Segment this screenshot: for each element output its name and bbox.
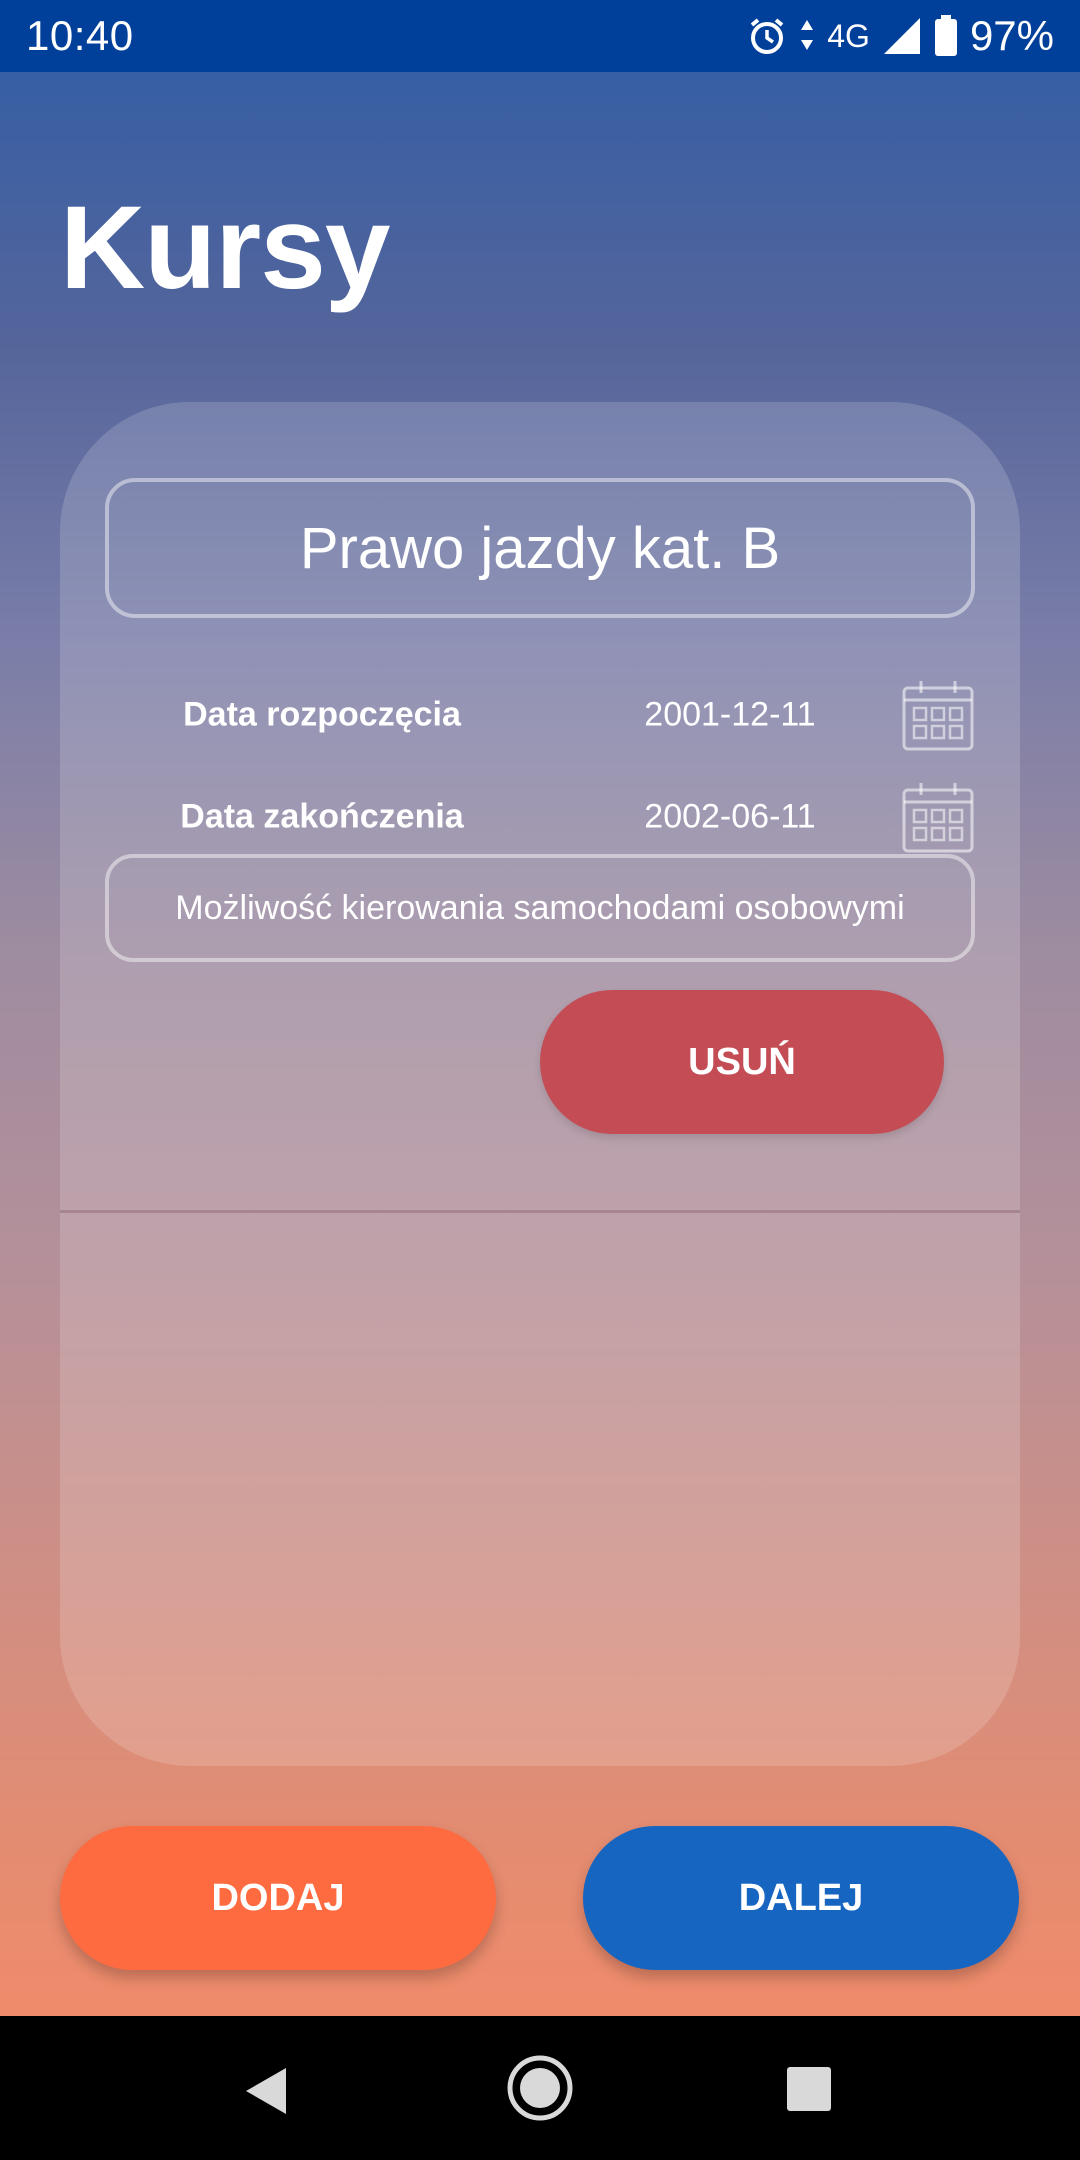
battery-icon bbox=[934, 15, 958, 57]
course-name-field[interactable]: Prawo jazdy kat. B bbox=[105, 478, 975, 618]
start-date-value[interactable]: 2001-12-11 bbox=[610, 696, 850, 735]
battery-percent: 97% bbox=[969, 12, 1054, 59]
home-icon[interactable] bbox=[506, 2054, 574, 2127]
add-button[interactable]: DODAJ bbox=[60, 1826, 496, 1970]
status-bar: 10:40 4G 97% bbox=[0, 0, 1080, 72]
navigation-bar bbox=[0, 2016, 1080, 2160]
end-date-value[interactable]: 2002-06-11 bbox=[610, 798, 850, 837]
status-time: 10:40 bbox=[26, 12, 134, 59]
calendar-icon[interactable] bbox=[901, 678, 975, 752]
network-type: 4G bbox=[827, 17, 870, 54]
course-name-text: Prawo jazdy kat. B bbox=[299, 515, 781, 581]
status-icons: 4G 97% bbox=[747, 12, 1054, 60]
end-date-row: Data zakończenia 2002-06-11 bbox=[60, 777, 1020, 857]
alarm-icon bbox=[747, 16, 787, 56]
signal-icon bbox=[882, 16, 922, 56]
page-title: Kursy bbox=[60, 182, 390, 314]
recents-icon[interactable] bbox=[786, 2066, 832, 2117]
calendar-icon[interactable] bbox=[901, 780, 975, 854]
start-date-label: Data rozpoczęcia bbox=[183, 695, 461, 734]
delete-button[interactable]: USUŃ bbox=[540, 990, 944, 1134]
next-button[interactable]: DALEJ bbox=[583, 1826, 1019, 1970]
back-icon[interactable] bbox=[244, 2066, 288, 2121]
description-text: Możliwość kierowania samochodami osobowy… bbox=[175, 888, 905, 927]
course-card: Prawo jazdy kat. B Data rozpoczęcia 2001… bbox=[60, 402, 1020, 1766]
data-arrows-icon bbox=[799, 16, 815, 56]
description-field[interactable]: Możliwość kierowania samochodami osobowy… bbox=[105, 854, 975, 962]
divider bbox=[60, 1210, 1020, 1213]
start-date-row: Data rozpoczęcia 2001-12-11 bbox=[60, 675, 1020, 755]
end-date-label: Data zakończenia bbox=[180, 797, 464, 836]
